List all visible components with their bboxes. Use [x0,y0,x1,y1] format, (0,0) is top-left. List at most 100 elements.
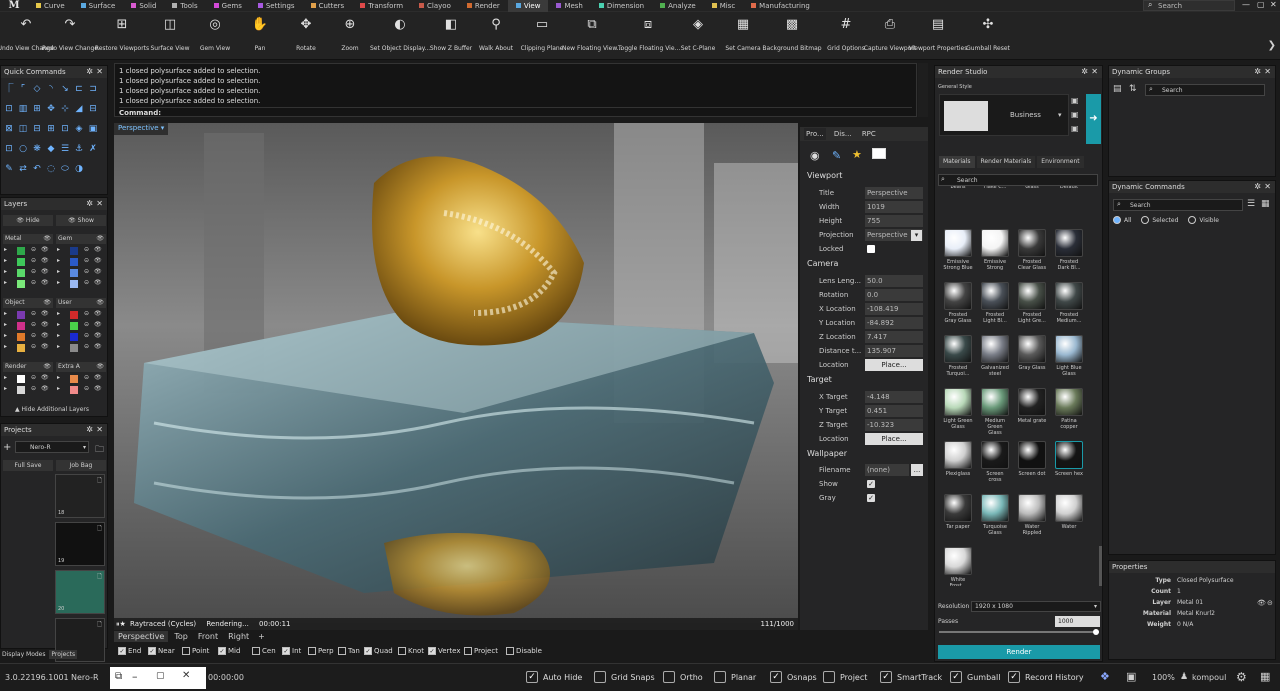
brush-icon[interactable]: ✎ [832,149,841,162]
lock-icon[interactable]: ⊝ [31,321,36,328]
tab-display-modes[interactable]: Display Modes [0,650,48,659]
lock-icon[interactable]: ⊝ [84,246,89,253]
more-tools-icon[interactable]: ❯ [1268,40,1276,51]
osnap-tan[interactable]: Tan [338,647,360,655]
layer-color-swatch[interactable] [70,258,78,266]
close-icon[interactable]: ✕ [96,424,103,436]
layer-color-swatch[interactable] [70,311,78,319]
layer-toggle-icon[interactable]: ▸ [4,279,7,286]
material-swatch[interactable]: Screen hex [1054,441,1084,477]
tab-materials[interactable]: Materials [939,156,975,168]
tab-environment[interactable]: Environment [1037,156,1084,168]
layer-row[interactable]: ▸ ⊝ 👁 [3,385,53,395]
layer-toggle-icon[interactable]: ▸ [57,343,60,350]
eye-icon[interactable]: 👁 [43,234,51,244]
lock-icon[interactable]: ⊝ [84,310,89,317]
layer-color-swatch[interactable] [70,269,78,277]
layer-row[interactable]: ▸ ⊝ 👁 [3,310,53,320]
lock-icon[interactable]: ⊝ [84,279,89,286]
tool-floating-view[interactable]: ⧉ New Floating View... [562,16,622,53]
eye-icon[interactable]: 👁 [96,362,104,372]
viewport-title-field[interactable]: Perspective [865,187,923,199]
toggle-checkbox[interactable] [663,671,675,683]
menu-tab-settings[interactable]: Settings [250,0,303,12]
layer-group-gem[interactable]: Gem 👁 [56,234,106,244]
passes-slider-handle[interactable] [1093,629,1099,635]
quick-command-icon[interactable]: ⊐ [88,84,98,94]
eye-icon[interactable]: 👁 [94,257,102,264]
eye-icon[interactable]: 👁 [94,246,102,253]
tab-display[interactable]: Dis... [834,130,852,138]
quick-command-icon[interactable]: ◝ [46,84,56,94]
osnap-checkbox[interactable] [464,647,472,655]
layer-color-swatch[interactable] [70,333,78,341]
gear-icon[interactable]: ✲ [86,66,93,78]
layer-row[interactable]: ▸ ⊝ 👁 [56,385,106,395]
layer-color-swatch[interactable] [17,247,25,255]
materials-scrollbar[interactable] [1099,546,1102,586]
lock-icon[interactable]: ⊝ [31,268,36,275]
osnap-knot[interactable]: Knot [398,647,424,655]
menu-tab-render[interactable]: Render [459,0,508,12]
eye-icon[interactable]: 👁 [43,362,51,372]
project-thumbnail[interactable]: 19 🗋 [55,522,105,566]
eye-icon[interactable]: 👁 [94,385,102,392]
gear-icon[interactable]: ✲ [86,198,93,210]
quick-command-icon[interactable]: ✗ [88,144,98,154]
layer-row[interactable]: ▸ ⊝ 👁 [3,321,53,331]
material-swatch[interactable]: White Frost... [943,547,973,586]
tool-gumball[interactable]: ✣ Gumball Reset [958,16,1018,53]
layer-toggle-icon[interactable]: ▸ [57,257,60,264]
toggle-checkbox[interactable] [594,671,606,683]
layer-toggle-icon[interactable]: ▸ [4,321,7,328]
eye-icon[interactable]: 👁 [96,234,104,244]
lock-icon[interactable]: ⊝ [84,268,89,275]
menu-tab-solid[interactable]: Solid [123,0,164,12]
locked-checkbox[interactable] [867,245,875,253]
add-viewport-tab[interactable]: + [255,632,268,641]
gear-icon[interactable]: ✲ [1254,181,1261,193]
layer-row[interactable]: ▸ ⊝ 👁 [56,257,106,267]
osnap-project[interactable]: Project [464,647,498,655]
quick-command-icon[interactable]: ▣ [88,124,98,134]
layer-toggle-icon[interactable]: ▸ [57,268,60,275]
osnap-cen[interactable]: Cen [252,647,276,655]
passes-slider[interactable] [939,631,1099,633]
lens-length-field[interactable]: 50.0 [865,275,923,287]
eye-icon[interactable]: 👁 [41,385,49,392]
viewport-title-tab[interactable]: Perspective ▾ [114,123,169,135]
save-style-icon[interactable]: ▣ [1071,94,1079,108]
layer-toggle-icon[interactable]: ▸ [57,332,60,339]
lock-icon[interactable]: ⊝ [31,343,36,350]
lock-icon[interactable]: ⊝ [31,246,36,253]
y-target-field[interactable]: 0.451 [865,405,923,417]
layer-color-swatch[interactable] [70,322,78,330]
osnap-near[interactable]: ✓ Near [148,647,175,655]
layer-color-swatch[interactable] [70,375,78,383]
list-view-icon[interactable]: ▤ [1113,84,1122,94]
layer-toggle-icon[interactable]: ▸ [4,374,7,381]
material-search-input[interactable]: Search [938,174,1098,186]
eye-icon[interactable]: 👁 [41,246,49,253]
osnap-mid[interactable]: ✓ Mid [218,647,240,655]
close-icon[interactable]: ✕ [1270,0,1277,9]
quick-command-icon[interactable]: ◫ [18,124,28,134]
project-thumbnail[interactable]: 20 🗋 [55,570,105,614]
toggle-osnaps[interactable]: ✓ Osnaps [770,671,817,683]
full-save-button[interactable]: Full Save [3,460,53,471]
quick-command-icon[interactable]: ○ [18,144,28,154]
browse-button[interactable]: ... [911,464,923,476]
gear-icon[interactable]: ✲ [86,424,93,436]
osnap-point[interactable]: Point [182,647,209,655]
viewport-tab-right[interactable]: Right [224,631,253,642]
lock-icon[interactable]: ⊝ [84,374,89,381]
menu-tab-clayoo[interactable]: Clayoo [411,0,459,12]
gray-checkbox[interactable]: ✓ [867,494,875,502]
toggle-gumball[interactable]: ✓ Gumball [950,671,1001,683]
material-swatch[interactable]: Frosted Medium... [1054,282,1084,324]
tab-properties[interactable]: Pro... [804,128,826,140]
layer-row[interactable]: ▸ ⊝ 👁 [56,279,106,289]
toggle-ortho[interactable]: Ortho [663,671,703,683]
toggle-record-history[interactable]: ✓ Record History [1008,671,1084,683]
material-swatch[interactable]: Light Blue Glass [1054,335,1084,377]
